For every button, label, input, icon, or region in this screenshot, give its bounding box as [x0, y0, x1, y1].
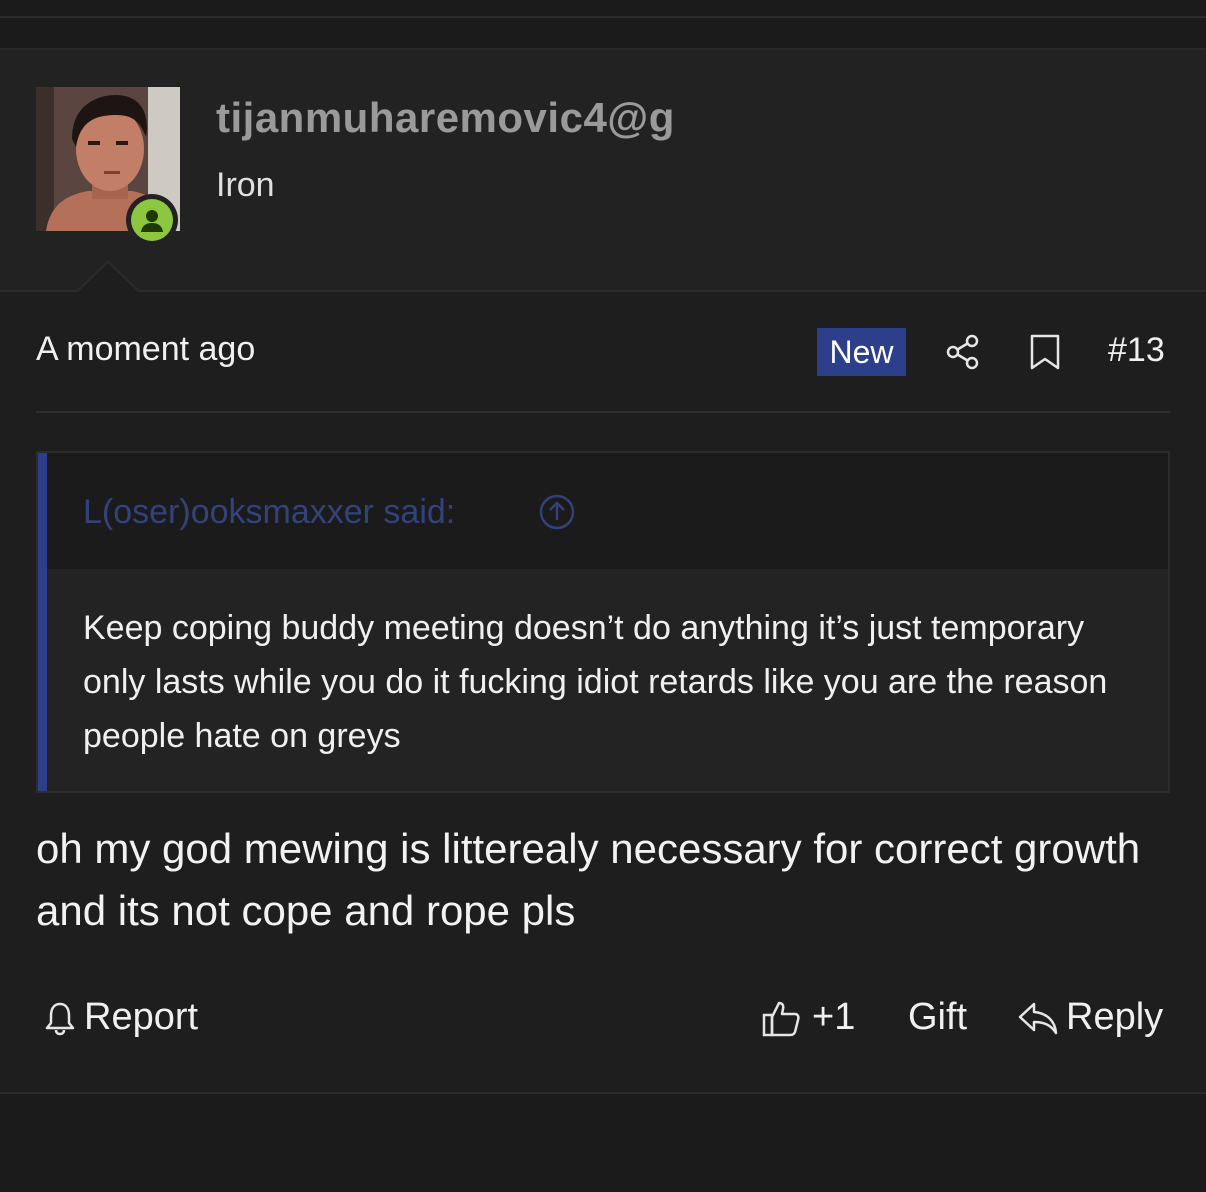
quote-attribution[interactable]: L(oser)ooksmaxxer said:	[83, 493, 455, 532]
reply-button[interactable]: Reply	[1016, 996, 1163, 1039]
top-band	[0, 0, 1206, 48]
username-link[interactable]: tijanmuharemovic4@g	[216, 94, 675, 142]
user-title: Iron	[216, 166, 275, 204]
gift-button[interactable]: Gift	[908, 996, 967, 1039]
quote-block: L(oser)ooksmaxxer said: Keep coping budd…	[36, 451, 1170, 793]
online-status-badge	[126, 194, 178, 246]
post-body: oh my god mewing is litterealy necessary…	[36, 825, 1141, 934]
quote-header: L(oser)ooksmaxxer said:	[47, 453, 1168, 569]
report-label: Report	[84, 996, 199, 1038]
post-timestamp[interactable]: A moment ago	[36, 330, 255, 369]
post-number-link[interactable]: #13	[1108, 331, 1165, 370]
pointer-arrow-inner	[78, 263, 138, 292]
new-badge: New	[817, 328, 906, 376]
share-icon[interactable]	[944, 333, 982, 371]
bookmark-icon[interactable]	[1028, 333, 1062, 371]
divider	[36, 411, 1170, 413]
divider	[0, 290, 1206, 292]
bottom-band	[0, 1094, 1206, 1192]
divider	[0, 16, 1206, 18]
arrow-up-circle-icon[interactable]	[538, 493, 576, 531]
quote-accent-bar	[38, 453, 47, 791]
reply-icon	[1018, 1002, 1058, 1034]
like-count: +1	[812, 996, 856, 1038]
like-button[interactable]: +1	[760, 996, 855, 1039]
bell-icon	[45, 1002, 75, 1035]
user-online-icon	[131, 199, 173, 241]
reply-label: Reply	[1066, 996, 1164, 1038]
report-button[interactable]: Report	[42, 996, 198, 1039]
quote-text: Keep coping buddy meeting doesn’t do any…	[83, 609, 1108, 755]
thumbs-up-icon	[762, 1001, 800, 1036]
user-header	[0, 50, 1206, 290]
